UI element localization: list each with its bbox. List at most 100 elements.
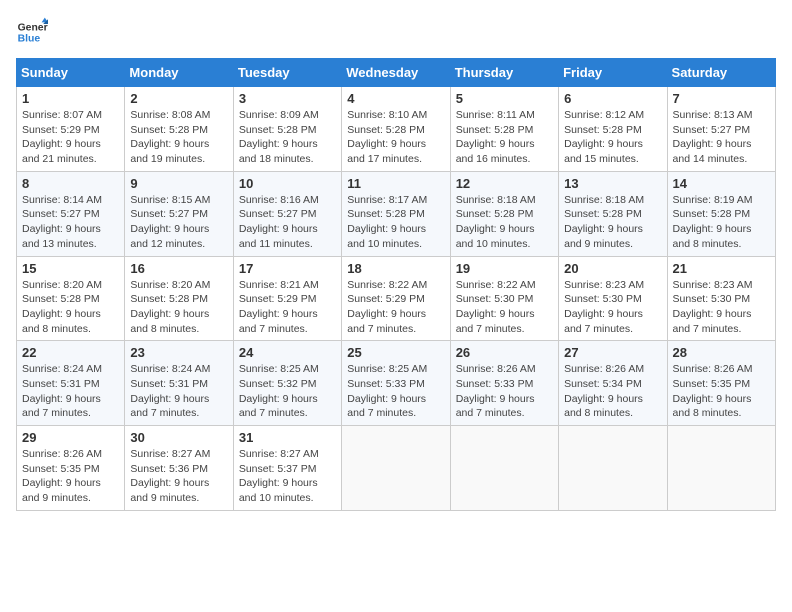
day-number: 17 [239, 261, 336, 276]
calendar-day-cell: 31Sunrise: 8:27 AM Sunset: 5:37 PM Dayli… [233, 426, 341, 511]
day-number: 24 [239, 345, 336, 360]
calendar-day-cell: 19 Sunrise: 8:22 AM Sunset: 5:30 PM Dayli… [450, 256, 558, 341]
day-number: 14 [673, 176, 770, 191]
day-number: 27 [564, 345, 661, 360]
calendar-day-cell: 30 Sunrise: 8:27 AM Sunset: 5:36 PM Dayli… [125, 426, 233, 511]
day-info: Sunrise: 8:24 AM Sunset: 5:31 PM Dayligh… [22, 362, 119, 421]
day-info: Sunrise: 8:15 AM Sunset: 5:27 PM Dayligh… [130, 193, 227, 252]
day-info: Sunrise: 8:25 AM Sunset: 5:33 PM Dayligh… [347, 362, 444, 421]
day-info: Sunrise: 8:23 AM Sunset: 5:30 PM Dayligh… [564, 278, 661, 337]
calendar-day-cell: 23 Sunrise: 8:24 AM Sunset: 5:31 PM Dayli… [125, 341, 233, 426]
day-info: Sunrise: 8:18 AM Sunset: 5:28 PM Dayligh… [564, 193, 661, 252]
day-number: 10 [239, 176, 336, 191]
calendar-week-row: 8Sunrise: 8:14 AM Sunset: 5:27 PM Daylig… [17, 171, 776, 256]
day-number: 22 [22, 345, 119, 360]
calendar-day-cell [559, 426, 667, 511]
day-number: 30 [130, 430, 227, 445]
calendar-day-cell [342, 426, 450, 511]
calendar-day-cell: 9 Sunrise: 8:15 AM Sunset: 5:27 PM Daylig… [125, 171, 233, 256]
calendar-day-cell: 18 Sunrise: 8:22 AM Sunset: 5:29 PM Dayli… [342, 256, 450, 341]
calendar-day-cell: 2 Sunrise: 8:08 AM Sunset: 5:28 PM Daylig… [125, 87, 233, 172]
calendar-day-cell: 25 Sunrise: 8:25 AM Sunset: 5:33 PM Dayli… [342, 341, 450, 426]
day-info: Sunrise: 8:07 AM Sunset: 5:29 PM Dayligh… [22, 108, 119, 167]
day-info: Sunrise: 8:19 AM Sunset: 5:28 PM Dayligh… [673, 193, 770, 252]
day-info: Sunrise: 8:27 AM Sunset: 5:36 PM Dayligh… [130, 447, 227, 506]
calendar-day-cell: 20 Sunrise: 8:23 AM Sunset: 5:30 PM Dayli… [559, 256, 667, 341]
day-of-week-header: Thursday [450, 59, 558, 87]
day-info: Sunrise: 8:21 AM Sunset: 5:29 PM Dayligh… [239, 278, 336, 337]
calendar-day-cell: 1 Sunrise: 8:07 AM Sunset: 5:29 PM Daylig… [17, 87, 125, 172]
day-of-week-header: Friday [559, 59, 667, 87]
day-info: Sunrise: 8:17 AM Sunset: 5:28 PM Dayligh… [347, 193, 444, 252]
calendar-day-cell: 8Sunrise: 8:14 AM Sunset: 5:27 PM Daylig… [17, 171, 125, 256]
day-number: 23 [130, 345, 227, 360]
day-info: Sunrise: 8:24 AM Sunset: 5:31 PM Dayligh… [130, 362, 227, 421]
day-info: Sunrise: 8:12 AM Sunset: 5:28 PM Dayligh… [564, 108, 661, 167]
day-number: 16 [130, 261, 227, 276]
calendar-day-cell: 11 Sunrise: 8:17 AM Sunset: 5:28 PM Dayli… [342, 171, 450, 256]
day-info: Sunrise: 8:09 AM Sunset: 5:28 PM Dayligh… [239, 108, 336, 167]
day-info: Sunrise: 8:13 AM Sunset: 5:27 PM Dayligh… [673, 108, 770, 167]
day-of-week-header: Sunday [17, 59, 125, 87]
day-info: Sunrise: 8:25 AM Sunset: 5:32 PM Dayligh… [239, 362, 336, 421]
calendar-day-cell: 16Sunrise: 8:20 AM Sunset: 5:28 PM Dayli… [125, 256, 233, 341]
day-info: Sunrise: 8:16 AM Sunset: 5:27 PM Dayligh… [239, 193, 336, 252]
day-number: 12 [456, 176, 553, 191]
calendar-day-cell: 28 Sunrise: 8:26 AM Sunset: 5:35 PM Dayli… [667, 341, 775, 426]
calendar-week-row: 29 Sunrise: 8:26 AM Sunset: 5:35 PM Dayli… [17, 426, 776, 511]
calendar-day-cell: 12 Sunrise: 8:18 AM Sunset: 5:28 PM Dayli… [450, 171, 558, 256]
day-number: 28 [673, 345, 770, 360]
day-of-week-header: Tuesday [233, 59, 341, 87]
day-of-week-header: Monday [125, 59, 233, 87]
day-info: Sunrise: 8:26 AM Sunset: 5:34 PM Dayligh… [564, 362, 661, 421]
calendar-day-cell: 7 Sunrise: 8:13 AM Sunset: 5:27 PM Daylig… [667, 87, 775, 172]
calendar-day-cell [450, 426, 558, 511]
calendar-week-row: 15Sunrise: 8:20 AM Sunset: 5:28 PM Dayli… [17, 256, 776, 341]
calendar-day-cell: 24 Sunrise: 8:25 AM Sunset: 5:32 PM Dayli… [233, 341, 341, 426]
calendar-day-cell: 14 Sunrise: 8:19 AM Sunset: 5:28 PM Dayli… [667, 171, 775, 256]
day-number: 3 [239, 91, 336, 106]
day-number: 26 [456, 345, 553, 360]
day-number: 29 [22, 430, 119, 445]
calendar-week-row: 22 Sunrise: 8:24 AM Sunset: 5:31 PM Dayli… [17, 341, 776, 426]
calendar-day-cell: 17 Sunrise: 8:21 AM Sunset: 5:29 PM Dayli… [233, 256, 341, 341]
day-number: 4 [347, 91, 444, 106]
day-info: Sunrise: 8:27 AM Sunset: 5:37 PM Dayligh… [239, 447, 336, 506]
day-number: 18 [347, 261, 444, 276]
calendar-table: SundayMondayTuesdayWednesdayThursdayFrid… [16, 58, 776, 511]
day-number: 7 [673, 91, 770, 106]
calendar-day-cell: 27 Sunrise: 8:26 AM Sunset: 5:34 PM Dayli… [559, 341, 667, 426]
day-info: Sunrise: 8:26 AM Sunset: 5:35 PM Dayligh… [673, 362, 770, 421]
day-info: Sunrise: 8:26 AM Sunset: 5:33 PM Dayligh… [456, 362, 553, 421]
day-info: Sunrise: 8:18 AM Sunset: 5:28 PM Dayligh… [456, 193, 553, 252]
day-info: Sunrise: 8:26 AM Sunset: 5:35 PM Dayligh… [22, 447, 119, 506]
calendar-day-cell: 15Sunrise: 8:20 AM Sunset: 5:28 PM Dayli… [17, 256, 125, 341]
calendar-day-cell: 6 Sunrise: 8:12 AM Sunset: 5:28 PM Daylig… [559, 87, 667, 172]
day-of-week-header: Saturday [667, 59, 775, 87]
day-number: 6 [564, 91, 661, 106]
day-number: 19 [456, 261, 553, 276]
day-number: 25 [347, 345, 444, 360]
day-info: Sunrise: 8:10 AM Sunset: 5:28 PM Dayligh… [347, 108, 444, 167]
day-info: Sunrise: 8:11 AM Sunset: 5:28 PM Dayligh… [456, 108, 553, 167]
day-info: Sunrise: 8:22 AM Sunset: 5:29 PM Dayligh… [347, 278, 444, 337]
day-number: 2 [130, 91, 227, 106]
calendar-day-cell: 26 Sunrise: 8:26 AM Sunset: 5:33 PM Dayli… [450, 341, 558, 426]
calendar-week-row: 1 Sunrise: 8:07 AM Sunset: 5:29 PM Daylig… [17, 87, 776, 172]
calendar-day-cell [667, 426, 775, 511]
logo: General Blue [16, 16, 48, 48]
calendar-day-cell: 5Sunrise: 8:11 AM Sunset: 5:28 PM Daylig… [450, 87, 558, 172]
calendar-day-cell: 10 Sunrise: 8:16 AM Sunset: 5:27 PM Dayli… [233, 171, 341, 256]
day-number: 15 [22, 261, 119, 276]
day-number: 11 [347, 176, 444, 191]
calendar-header-row: SundayMondayTuesdayWednesdayThursdayFrid… [17, 59, 776, 87]
day-number: 21 [673, 261, 770, 276]
day-number: 9 [130, 176, 227, 191]
day-number: 20 [564, 261, 661, 276]
calendar-day-cell: 22 Sunrise: 8:24 AM Sunset: 5:31 PM Dayli… [17, 341, 125, 426]
day-number: 1 [22, 91, 119, 106]
calendar-day-cell: 13Sunrise: 8:18 AM Sunset: 5:28 PM Dayli… [559, 171, 667, 256]
day-info: Sunrise: 8:23 AM Sunset: 5:30 PM Dayligh… [673, 278, 770, 337]
day-info: Sunrise: 8:08 AM Sunset: 5:28 PM Dayligh… [130, 108, 227, 167]
day-info: Sunrise: 8:22 AM Sunset: 5:30 PM Dayligh… [456, 278, 553, 337]
